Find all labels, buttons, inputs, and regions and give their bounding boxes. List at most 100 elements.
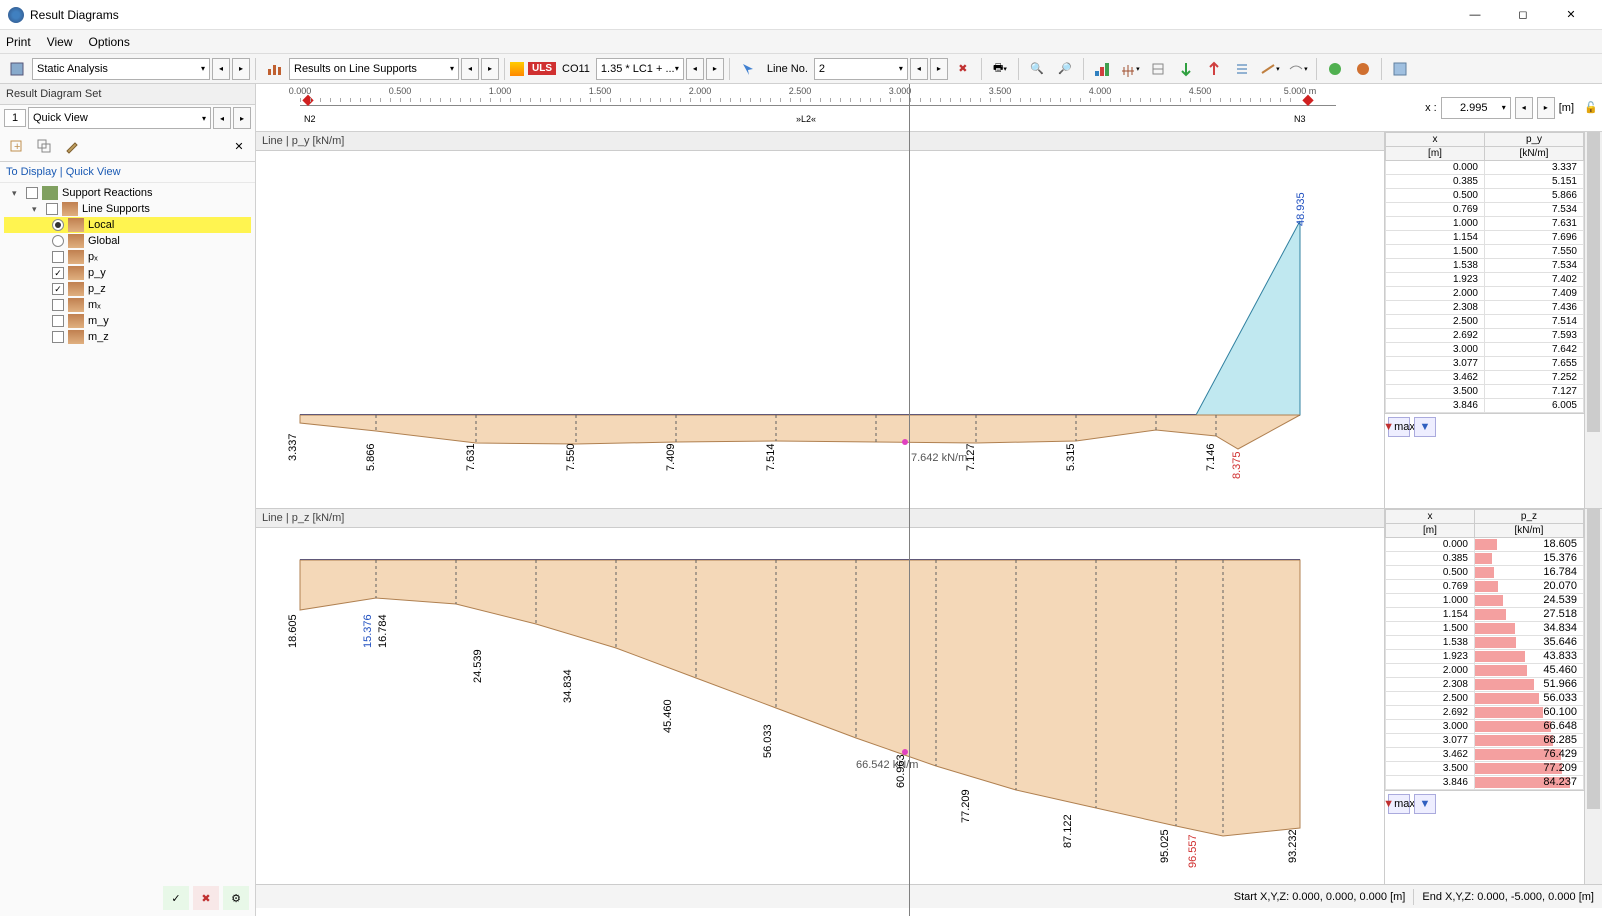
uncheck-all-icon[interactable]: ✖: [193, 886, 219, 910]
table-row[interactable]: 2.3087.436: [1386, 301, 1584, 315]
tree-mx[interactable]: mₓ: [4, 297, 251, 313]
tool-2-icon[interactable]: ▾: [1117, 57, 1143, 81]
table-row[interactable]: 2.50056.033: [1386, 692, 1584, 706]
tool-6-icon[interactable]: [1229, 57, 1255, 81]
filter-py[interactable]: ▼: [1414, 417, 1436, 437]
set-name-combo[interactable]: Quick View▾: [28, 107, 211, 129]
loadcase-next[interactable]: ▸: [706, 58, 724, 80]
table-row[interactable]: 0.0003.337: [1386, 161, 1584, 175]
table-row[interactable]: 0.00018.605: [1386, 538, 1584, 552]
table-row[interactable]: 3.84684.237: [1386, 776, 1584, 790]
tool-11-icon[interactable]: [1387, 57, 1413, 81]
menu-view[interactable]: View: [47, 35, 73, 49]
close-button[interactable]: ✕: [1548, 1, 1594, 29]
table-row[interactable]: 3.0007.642: [1386, 343, 1584, 357]
table-row[interactable]: 3.00066.648: [1386, 720, 1584, 734]
analysis-next[interactable]: ▸: [232, 58, 250, 80]
tool-4-icon[interactable]: [1173, 57, 1199, 81]
tree-my[interactable]: m_y: [4, 313, 251, 329]
tree-px[interactable]: pₓ: [4, 249, 251, 265]
scroll-py[interactable]: [1584, 132, 1602, 508]
ruler[interactable]: N2 »L2« N3 0.0000.5001.0001.5002.0002.50…: [256, 84, 1380, 131]
filter-max-pz[interactable]: ▼max: [1388, 794, 1410, 814]
table-row[interactable]: 1.5007.550: [1386, 245, 1584, 259]
tree-support-reactions[interactable]: ▾Support Reactions: [4, 185, 251, 201]
x-next[interactable]: ▸: [1537, 97, 1555, 119]
delete-set-icon[interactable]: ✕: [226, 134, 252, 158]
tool-5-icon[interactable]: [1201, 57, 1227, 81]
results-prev[interactable]: ◂: [461, 58, 479, 80]
table-row[interactable]: 1.92343.833: [1386, 650, 1584, 664]
menu-options[interactable]: Options: [88, 35, 129, 49]
analysis-icon[interactable]: [4, 57, 30, 81]
table-row[interactable]: 3.07768.285: [1386, 734, 1584, 748]
table-row[interactable]: 3.46276.429: [1386, 748, 1584, 762]
x-prev[interactable]: ◂: [1515, 97, 1533, 119]
table-row[interactable]: 2.0007.409: [1386, 287, 1584, 301]
table-row[interactable]: 3.8466.005: [1386, 399, 1584, 413]
table-row[interactable]: 2.30851.966: [1386, 678, 1584, 692]
table-row[interactable]: 0.7697.534: [1386, 203, 1584, 217]
tree-py[interactable]: ✓p_y: [4, 265, 251, 281]
table-row[interactable]: 2.69260.100: [1386, 706, 1584, 720]
maximize-button[interactable]: ◻: [1500, 1, 1546, 29]
table-row[interactable]: 0.76920.070: [1386, 580, 1584, 594]
table-row[interactable]: 3.50077.209: [1386, 762, 1584, 776]
menu-print[interactable]: Print: [6, 35, 31, 49]
loadcase-combo[interactable]: 1.35 * LC1 + ...▾: [596, 58, 684, 80]
lock-icon[interactable]: 🔓: [1580, 84, 1602, 131]
analysis-prev[interactable]: ◂: [212, 58, 230, 80]
zoom-out-icon[interactable]: 🔎: [1052, 57, 1078, 81]
table-row[interactable]: 2.00045.460: [1386, 664, 1584, 678]
tree-local[interactable]: Local: [4, 217, 251, 233]
pick-icon[interactable]: [735, 57, 761, 81]
table-row[interactable]: 1.53835.646: [1386, 636, 1584, 650]
table-row[interactable]: 1.0007.631: [1386, 217, 1584, 231]
table-row[interactable]: 1.1547.696: [1386, 231, 1584, 245]
table-row[interactable]: 0.50016.784: [1386, 566, 1584, 580]
filter-max-py[interactable]: ▼max: [1388, 417, 1410, 437]
results-next[interactable]: ▸: [481, 58, 499, 80]
set-prev[interactable]: ◂: [213, 107, 231, 129]
lineno-combo[interactable]: 2▾: [814, 58, 908, 80]
table-row[interactable]: 0.3855.151: [1386, 175, 1584, 189]
scroll-pz[interactable]: [1584, 509, 1602, 884]
table-row[interactable]: 1.00024.539: [1386, 594, 1584, 608]
set-next[interactable]: ▸: [233, 107, 251, 129]
check-all-icon[interactable]: ✓: [163, 886, 189, 910]
tree-pz[interactable]: ✓p_z: [4, 281, 251, 297]
copy-set-icon[interactable]: [31, 134, 57, 158]
lineno-prev[interactable]: ◂: [910, 58, 928, 80]
tool-1-icon[interactable]: [1089, 57, 1115, 81]
lineno-next[interactable]: ▸: [930, 58, 948, 80]
tool-7-icon[interactable]: ▾: [1257, 57, 1283, 81]
table-row[interactable]: 0.38515.376: [1386, 552, 1584, 566]
remove-icon[interactable]: ✖: [950, 57, 976, 81]
analysis-combo[interactable]: Static Analysis▾: [32, 58, 210, 80]
new-set-icon[interactable]: +: [3, 134, 29, 158]
tool-9-icon[interactable]: [1322, 57, 1348, 81]
tool-10-icon[interactable]: [1350, 57, 1376, 81]
edit-set-icon[interactable]: [59, 134, 85, 158]
table-row[interactable]: 2.5007.514: [1386, 315, 1584, 329]
table-row[interactable]: 1.5387.534: [1386, 259, 1584, 273]
chart-pz[interactable]: Line | p_z [kN/m] 66.542 kN/m 18.605: [256, 509, 1384, 884]
tool-8-icon[interactable]: ▾: [1285, 57, 1311, 81]
results-combo[interactable]: Results on Line Supports▾: [289, 58, 459, 80]
tree-global[interactable]: Global: [4, 233, 251, 249]
table-row[interactable]: 0.5005.866: [1386, 189, 1584, 203]
print-icon[interactable]: 🖶▾: [987, 57, 1013, 81]
table-row[interactable]: 1.50034.834: [1386, 622, 1584, 636]
filter-icon[interactable]: ⚙: [223, 886, 249, 910]
table-row[interactable]: 3.0777.655: [1386, 357, 1584, 371]
set-no-input[interactable]: [4, 109, 26, 127]
tree-mz[interactable]: m_z: [4, 329, 251, 345]
table-row[interactable]: 3.4627.252: [1386, 371, 1584, 385]
table-row[interactable]: 1.9237.402: [1386, 273, 1584, 287]
zoom-in-icon[interactable]: 🔍: [1024, 57, 1050, 81]
chart-py[interactable]: Line | p_y [kN/m] 7.642 kN/m 48.935: [256, 132, 1384, 508]
table-row[interactable]: 2.6927.593: [1386, 329, 1584, 343]
filter-pz[interactable]: ▼: [1414, 794, 1436, 814]
tree-line-supports[interactable]: ▾Line Supports: [4, 201, 251, 217]
table-row[interactable]: 1.15427.518: [1386, 608, 1584, 622]
